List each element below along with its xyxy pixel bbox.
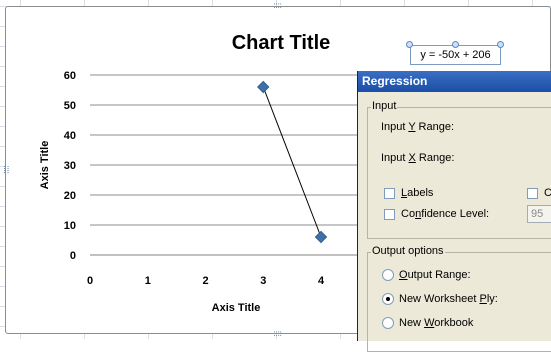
input-y-range-label: Input Y Range: bbox=[381, 121, 454, 133]
x-tick-label: 0 bbox=[87, 275, 93, 287]
dialog-title[interactable]: Regression bbox=[358, 71, 551, 92]
new-worksheet-ply-radio[interactable] bbox=[382, 293, 394, 305]
selection-handle-tl[interactable] bbox=[406, 41, 413, 48]
trendline-equation-label[interactable]: y = -50x + 206 bbox=[410, 45, 501, 65]
data-point-marker[interactable] bbox=[257, 80, 270, 94]
constant-is-zero-checkbox[interactable] bbox=[527, 188, 538, 199]
new-workbook-radio[interactable] bbox=[382, 317, 394, 329]
confidence-level-input[interactable]: 95 bbox=[527, 205, 551, 223]
y-tick-labels: 0 10 20 30 40 50 60 bbox=[64, 70, 76, 262]
y-tick-label: 10 bbox=[64, 220, 76, 232]
selection-handle-tr[interactable] bbox=[497, 41, 504, 48]
y-axis-title[interactable]: Axis Title bbox=[39, 141, 51, 190]
data-point-marker[interactable] bbox=[314, 230, 328, 244]
y-tick-label: 40 bbox=[64, 130, 76, 142]
regression-dialog: Regression Input Input Y Range: Input X … bbox=[357, 71, 551, 352]
input-group-label: Input bbox=[371, 100, 398, 112]
input-x-range-label: Input X Range: bbox=[381, 152, 455, 164]
x-tick-label: 2 bbox=[202, 275, 208, 287]
confidence-level-label[interactable]: Confidence Level: bbox=[401, 208, 489, 220]
y-tick-label: 20 bbox=[64, 190, 76, 202]
x-tick-label: 1 bbox=[145, 275, 151, 287]
output-range-label[interactable]: Output Range: bbox=[399, 269, 471, 281]
trendline[interactable] bbox=[262, 86, 322, 238]
y-tick-label: 50 bbox=[64, 100, 76, 112]
new-worksheet-ply-label[interactable]: New Worksheet Ply: bbox=[399, 293, 498, 305]
output-range-radio[interactable] bbox=[382, 269, 394, 281]
output-options-label: Output options bbox=[371, 245, 445, 257]
x-tick-labels: 0 1 2 3 4 bbox=[87, 275, 325, 287]
y-tick-label: 60 bbox=[64, 70, 76, 82]
selection-handle-top[interactable] bbox=[452, 41, 459, 48]
y-tick-label: 0 bbox=[70, 250, 76, 262]
x-axis-title[interactable]: Axis Title bbox=[212, 302, 261, 314]
confidence-level-checkbox[interactable] bbox=[384, 209, 395, 220]
gridlines bbox=[90, 74, 370, 256]
chart-title[interactable]: Chart Title bbox=[232, 32, 331, 54]
x-tick-label: 3 bbox=[260, 275, 266, 287]
constant-is-zero-label[interactable]: C bbox=[544, 187, 551, 199]
new-workbook-label[interactable]: New Workbook bbox=[399, 317, 473, 329]
labels-checkbox-label[interactable]: Labels bbox=[401, 187, 433, 199]
labels-checkbox[interactable] bbox=[384, 188, 395, 199]
series-group bbox=[257, 80, 328, 244]
x-tick-label: 4 bbox=[318, 275, 325, 287]
y-tick-label: 30 bbox=[64, 160, 76, 172]
